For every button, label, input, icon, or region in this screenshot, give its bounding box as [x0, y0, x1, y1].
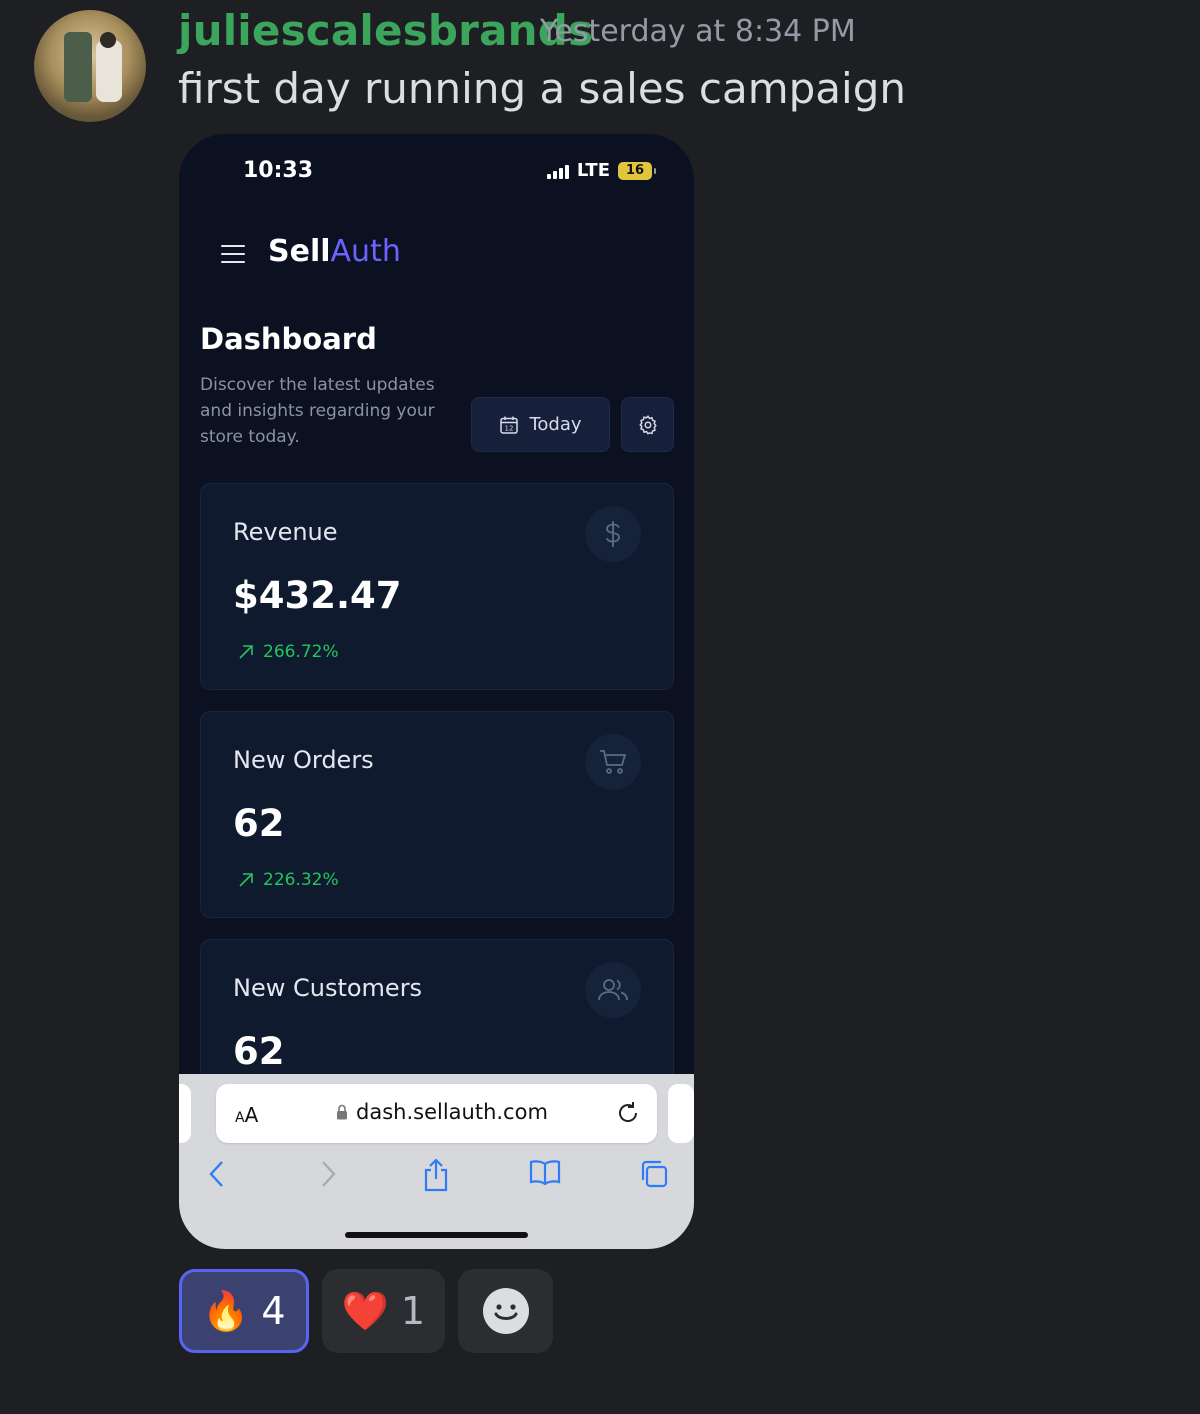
- message-text: first day running a sales campaign: [178, 64, 906, 113]
- network-label: LTE: [576, 160, 610, 181]
- fire-emoji-icon: 🔥: [202, 1288, 250, 1333]
- settings-button[interactable]: [621, 397, 674, 452]
- lock-icon: [337, 1104, 347, 1120]
- hamburger-menu-icon[interactable]: [221, 245, 245, 263]
- card-label: New Orders: [233, 746, 374, 774]
- browser-toolbar: AA dash.sellauth.com: [179, 1074, 694, 1249]
- previous-tab[interactable]: [179, 1084, 191, 1143]
- forward-icon[interactable]: [318, 1158, 338, 1190]
- card-value: 62: [233, 802, 285, 845]
- reaction-count: 4: [261, 1289, 286, 1333]
- user-avatar[interactable]: [34, 10, 146, 122]
- card-icon-badge: [585, 506, 641, 562]
- new-orders-card[interactable]: New Orders 62 226.32%: [200, 711, 674, 918]
- text-size-big: A: [244, 1103, 259, 1127]
- browser-nav: [179, 1158, 694, 1198]
- address-bar[interactable]: AA dash.sellauth.com: [216, 1084, 657, 1143]
- svg-text:12: 12: [505, 424, 514, 432]
- dollar-icon: [605, 521, 620, 547]
- next-tab[interactable]: [668, 1084, 694, 1143]
- heart-emoji-icon: ❤️: [341, 1288, 389, 1333]
- url-display[interactable]: dash.sellauth.com: [336, 1100, 548, 1124]
- trend-up-icon: [239, 645, 253, 659]
- card-change-value: 266.72%: [263, 642, 339, 662]
- card-label: Revenue: [233, 518, 338, 546]
- signal-icon: [546, 163, 569, 179]
- status-time: 10:33: [243, 158, 314, 183]
- screenshot-attachment[interactable]: 10:33 LTE 16 SellAuth Dashboard Discover…: [179, 134, 694, 1249]
- card-label: New Customers: [233, 974, 423, 1002]
- users-icon: [598, 979, 628, 1001]
- username[interactable]: juliescalesbrands: [178, 6, 593, 55]
- card-change: 266.72%: [237, 642, 339, 662]
- card-icon-badge: [585, 962, 641, 1018]
- revenue-card[interactable]: Revenue $432.47 266.72%: [200, 483, 674, 690]
- smiley-icon: [482, 1288, 529, 1334]
- text-size-button[interactable]: AA: [235, 1103, 258, 1127]
- status-indicators: LTE 16: [546, 160, 656, 181]
- card-change: 226.32%: [237, 870, 339, 890]
- reaction-heart[interactable]: ❤️ 1: [321, 1269, 446, 1353]
- bookmarks-icon[interactable]: [528, 1158, 562, 1188]
- brand-primary: Sell: [268, 234, 331, 269]
- text-size-small: A: [235, 1110, 245, 1126]
- reload-icon[interactable]: [615, 1100, 641, 1126]
- add-reaction-button[interactable]: [458, 1269, 554, 1353]
- battery-icon: 16: [618, 161, 656, 180]
- home-indicator: [345, 1232, 528, 1238]
- share-icon[interactable]: [422, 1158, 450, 1192]
- tabs-icon[interactable]: [638, 1158, 670, 1190]
- card-value: 62: [233, 1030, 285, 1073]
- date-filter-button[interactable]: 12 Today: [471, 397, 610, 452]
- avatar-figure: [96, 40, 122, 102]
- avatar-figure: [100, 32, 116, 48]
- url-text: dash.sellauth.com: [356, 1100, 548, 1124]
- brand-accent: Auth: [330, 234, 401, 269]
- brand-logo[interactable]: SellAuth: [268, 234, 401, 269]
- card-change-value: 226.32%: [263, 870, 339, 890]
- back-icon[interactable]: [207, 1158, 227, 1190]
- avatar-figure: [64, 32, 92, 102]
- trend-up-icon: [239, 873, 253, 887]
- reactions-bar: 🔥 4 ❤️ 1: [179, 1269, 554, 1353]
- page-description: Discover the latest updates and insights…: [200, 375, 435, 447]
- card-value: $432.47: [233, 574, 402, 617]
- cart-icon: [600, 750, 627, 774]
- reaction-fire[interactable]: 🔥 4: [179, 1269, 309, 1353]
- date-filter-label: Today: [529, 414, 582, 435]
- gear-icon: [638, 414, 657, 435]
- page-title: Dashboard: [200, 322, 377, 356]
- calendar-icon: 12: [500, 416, 519, 434]
- card-icon-badge: [585, 734, 641, 790]
- reaction-count: 1: [400, 1289, 426, 1333]
- message-timestamp: Yesterday at 8:34 PM: [540, 14, 856, 49]
